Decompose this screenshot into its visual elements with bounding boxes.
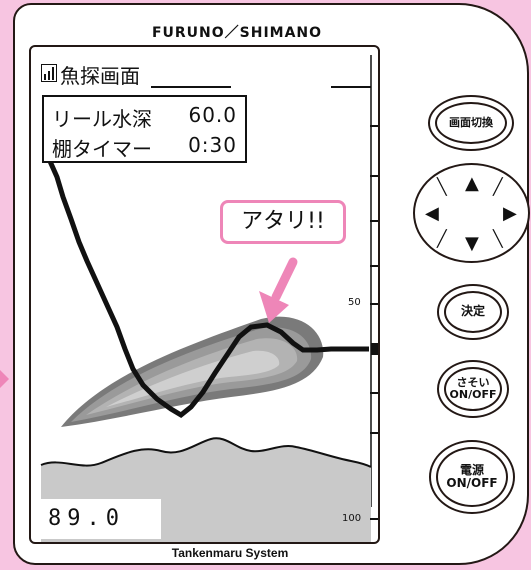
depth-info-box: リール水深 60.0 棚タイマー 0:30 <box>42 95 247 163</box>
bite-alert-callout: アタリ!! <box>220 200 346 244</box>
sasoi-label: さそい ON/OFF <box>449 375 497 401</box>
pointer-arrow-icon <box>259 257 298 323</box>
power-label-line2: ON/OFF <box>446 476 498 490</box>
depth-tick <box>370 303 378 305</box>
depth-tick <box>370 432 378 434</box>
arrow-down-icon[interactable]: ▼ <box>465 235 479 253</box>
power-button[interactable]: 電源 ON/OFF <box>429 440 515 514</box>
reel-depth-value: 60.0 <box>188 103 237 127</box>
power-label-line1: 電源 <box>459 462 484 477</box>
reel-depth-label: リール水深 <box>52 107 152 131</box>
depth-tick <box>370 125 378 127</box>
depth-tick <box>370 220 378 222</box>
brand-logo: FURUNO／SHIMANO <box>151 25 323 41</box>
depth-mark-50: 50 <box>348 297 361 308</box>
signal-bars-icon <box>41 64 57 82</box>
tana-timer-label: 棚タイマー <box>52 137 152 161</box>
power-label: 電源 ON/OFF <box>446 462 498 490</box>
direction-pad[interactable]: ▲ ▼ ◀ ▶ ╲ ╱ ╱ ╲ <box>413 163 530 263</box>
confirm-label: 決定 <box>460 304 485 319</box>
arrow-left-icon[interactable]: ◀ <box>425 205 439 223</box>
sasoi-toggle-button[interactable]: さそい ON/OFF <box>437 360 509 418</box>
tana-timer-value: 0:30 <box>188 133 237 157</box>
footer-label: Tankenmaru System <box>171 546 289 560</box>
depth-readout: 89.0 <box>48 506 125 531</box>
depth-tick <box>370 175 378 177</box>
depth-tick <box>370 518 378 520</box>
diagonal-upright-icon: ╱ <box>493 177 503 196</box>
arrow-right-icon[interactable]: ▶ <box>503 205 517 223</box>
screen-switch-label: 画面切換 <box>449 115 493 129</box>
reel-marker-icon <box>371 343 378 355</box>
screen-title: 魚探画面 <box>60 64 140 88</box>
arrow-up-icon[interactable]: ▲ <box>465 175 479 193</box>
depth-tick <box>370 265 378 267</box>
depth-tick <box>370 392 378 394</box>
confirm-button[interactable]: 決定 <box>437 284 509 340</box>
diagonal-downleft-icon: ╱ <box>437 229 447 248</box>
depth-mark-100: 100 <box>342 513 362 524</box>
diagonal-upleft-icon: ╲ <box>437 177 447 196</box>
sasoi-label-line1: さそい <box>456 375 490 389</box>
diagonal-downright-icon: ╲ <box>493 229 503 248</box>
page-side-arrow-icon <box>0 370 9 388</box>
screen-switch-button[interactable]: 画面切換 <box>428 95 514 151</box>
sasoi-label-line2: ON/OFF <box>449 388 497 401</box>
